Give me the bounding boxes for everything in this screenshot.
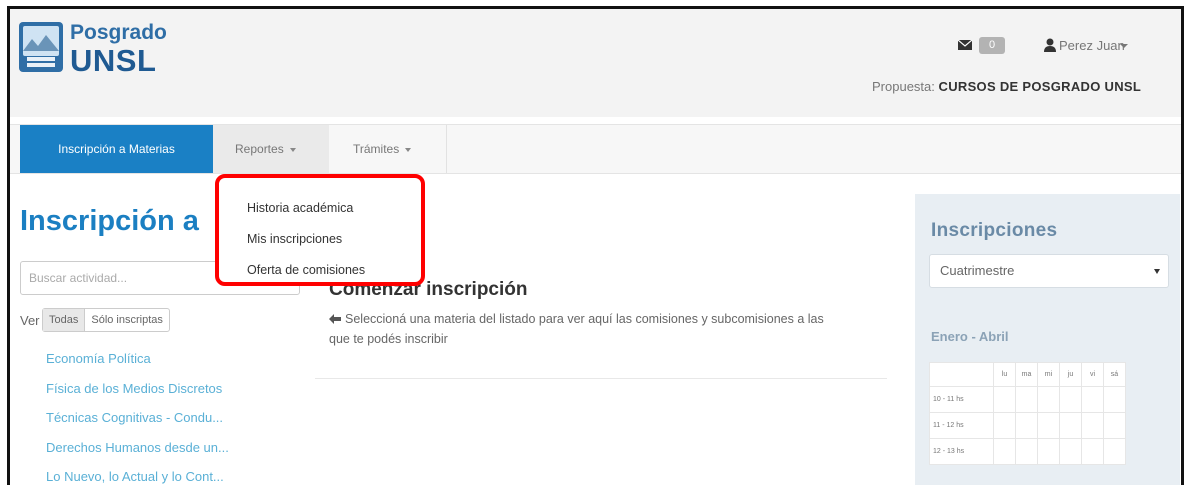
calendar-cell — [1015, 386, 1038, 413]
caret-down-icon — [289, 147, 296, 152]
nav-inscripcion-materias[interactable]: Inscripción a Materias — [20, 125, 213, 173]
nav-tramites[interactable]: Trámites — [329, 125, 447, 173]
app-window: Posgrado UNSL 0 Perez Juan Propuesta: CU… — [7, 6, 1184, 485]
activity-link[interactable]: Lo Nuevo, lo Actual y lo Cont... — [46, 469, 229, 485]
card-message: Seleccioná una materia del listado para … — [329, 312, 824, 346]
chevron-down-icon — [1154, 269, 1160, 274]
calendar-day-header: sá — [1103, 362, 1126, 387]
activity-list: Economía Política Física de los Medios D… — [46, 351, 229, 485]
nav-item-label: Trámites — [353, 142, 400, 156]
menu-item-historia-academica[interactable]: Historia académica — [247, 201, 353, 215]
calendar-cell — [1015, 412, 1038, 439]
panel-title: Inscripciones — [931, 220, 1058, 241]
unsl-logo-icon — [19, 22, 63, 72]
filter-toggle-group: Todas Sólo inscriptas — [42, 308, 170, 332]
calendar-day-header: ma — [1015, 362, 1038, 387]
mail-count-badge[interactable]: 0 — [979, 37, 1005, 54]
filter-todas-button[interactable]: Todas — [43, 309, 86, 331]
envelope-icon[interactable] — [958, 40, 972, 50]
activity-link[interactable]: Técnicas Cognitivas - Condu... — [46, 410, 229, 440]
propuesta-value: CURSOS DE POSGRADO UNSL — [938, 79, 1142, 94]
menu-item-mis-inscripciones[interactable]: Mis inscripciones — [247, 232, 342, 246]
chevron-down-icon[interactable] — [1120, 44, 1128, 48]
calendar-day-header: lu — [993, 362, 1016, 387]
calendar-cell — [993, 386, 1016, 413]
nav-item-label: Inscripción a Materias — [58, 142, 175, 156]
calendar-hour-label: 10 - 11 hs — [929, 386, 994, 413]
period-heading: Enero - Abril — [931, 329, 1009, 344]
inscripciones-panel: Inscripciones Cuatrimestre Enero - Abril… — [915, 194, 1180, 485]
calendar-cell — [1103, 438, 1126, 465]
calendar-cell — [1037, 412, 1060, 439]
calendar-day-header: ju — [1059, 362, 1082, 387]
calendar-cell — [1037, 438, 1060, 465]
period-select-value: Cuatrimestre — [940, 263, 1015, 278]
filter-label: Ver — [20, 313, 40, 328]
calendar-day-header: vi — [1081, 362, 1104, 387]
calendar-cell — [1103, 412, 1126, 439]
activity-link[interactable]: Derechos Humanos desde un... — [46, 440, 229, 470]
user-icon — [1044, 38, 1056, 52]
calendar-cell — [1015, 438, 1038, 465]
calendar-cell — [993, 412, 1016, 439]
calendar-cell — [1081, 386, 1104, 413]
logo-title: Posgrado — [70, 21, 167, 44]
schedule-calendar: lu ma mi ju vi sá 10 - 11 hs 11 - 12 hs … — [929, 362, 1126, 465]
caret-down-icon — [405, 147, 412, 152]
calendar-cell — [1081, 438, 1104, 465]
calendar-cell — [1059, 386, 1082, 413]
propuesta-label: Propuesta: — [872, 79, 935, 94]
activity-link[interactable]: Economía Política — [46, 351, 229, 381]
nav-reportes[interactable]: Reportes — [213, 125, 329, 173]
calendar-cell — [1059, 438, 1082, 465]
menu-item-oferta-comisiones[interactable]: Oferta de comisiones — [247, 263, 365, 277]
calendar-cell — [1103, 386, 1126, 413]
page-title: Inscripción a — [20, 205, 199, 237]
calendar-day-header: mi — [1037, 362, 1060, 387]
nav-item-label: Reportes — [235, 142, 284, 156]
calendar-cell — [1059, 412, 1082, 439]
calendar-corner — [929, 362, 994, 387]
activity-link[interactable]: Física de los Medios Discretos — [46, 381, 229, 411]
calendar-cell — [1081, 412, 1104, 439]
reportes-dropdown-menu: Historia académica Mis inscripciones Ofe… — [215, 174, 425, 286]
calendar-hour-label: 11 - 12 hs — [929, 412, 994, 439]
filter-solo-inscriptas-button[interactable]: Sólo inscriptas — [85, 309, 169, 331]
user-menu-toggle[interactable]: Perez Juan — [1059, 38, 1125, 53]
propuesta-info: Propuesta: CURSOS DE POSGRADO UNSL — [872, 79, 1141, 94]
calendar-cell — [993, 438, 1016, 465]
calendar-cell — [1037, 386, 1060, 413]
main-nav: Inscripción a Materias Reportes Trámites — [10, 124, 1181, 174]
calendar-hour-label: 12 - 13 hs — [929, 438, 994, 465]
logo-subtitle: UNSL — [70, 43, 157, 78]
period-select[interactable]: Cuatrimestre — [929, 254, 1169, 288]
header: Posgrado UNSL 0 Perez Juan Propuesta: CU… — [10, 9, 1181, 117]
